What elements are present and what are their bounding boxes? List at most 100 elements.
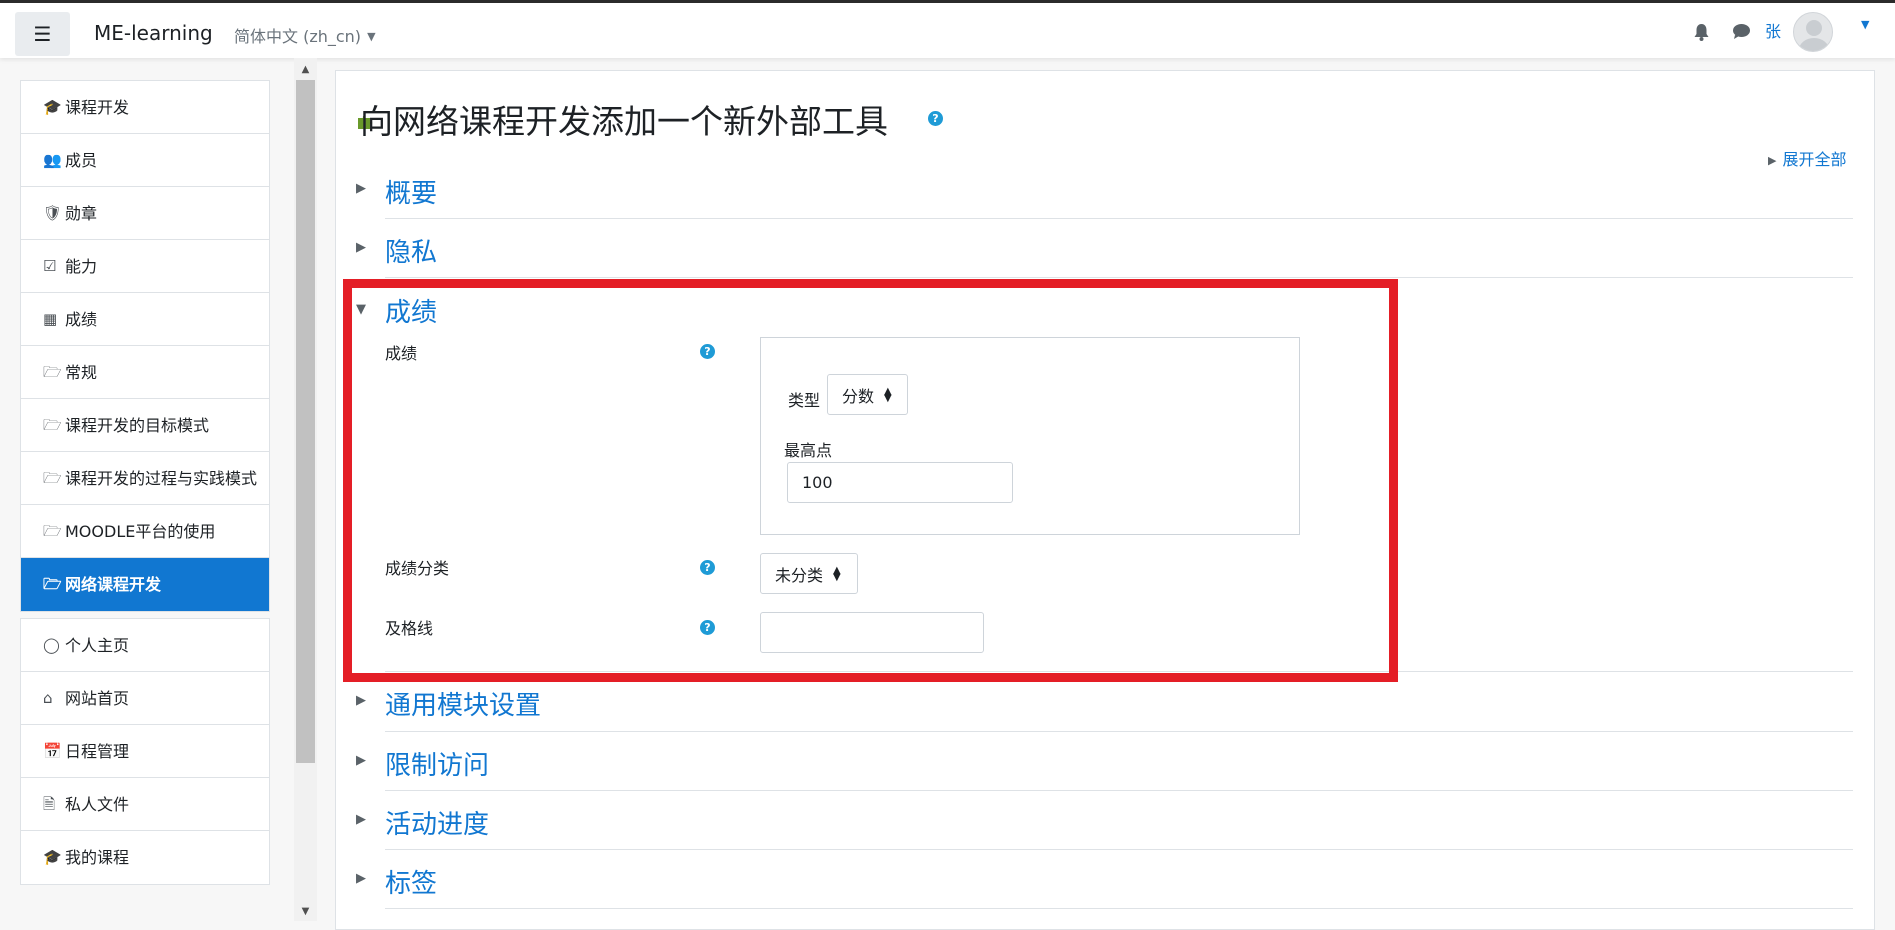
sidebar-item[interactable]: ◯ 个人主页 — [21, 619, 269, 672]
sidebar-item-label: 个人主页 — [65, 636, 130, 655]
sidebar-item-label: 课程开发的过程与实践模式 — [65, 469, 258, 488]
sidebar-item[interactable]: 🛡 勋章 — [21, 187, 269, 240]
folder-icon: 🗁 — [43, 363, 62, 381]
sidebar-item[interactable]: ⌂ 网站首页 — [21, 672, 269, 725]
grade-category-help-icon[interactable]: ? — [700, 560, 715, 575]
grade-type-select[interactable]: 分数 ▲ ▼ — [827, 374, 908, 415]
home-icon: ⌂ — [43, 689, 53, 707]
shield-icon: 🛡 — [43, 204, 63, 222]
section-divider — [385, 731, 1853, 732]
grade-field-label: 成绩 — [385, 344, 418, 363]
messages-icon[interactable] — [1732, 23, 1751, 45]
user-menu-chevron-icon[interactable]: ▼ — [1861, 18, 1869, 31]
sidebar-item-label: 我的课程 — [65, 848, 130, 867]
sidebar-item[interactable]: 🎓 课程开发 — [21, 81, 269, 134]
grade-pass-label: 及格线 — [385, 619, 434, 638]
sidebar-item-label: 私人文件 — [65, 795, 130, 814]
check-square-icon: ☑ — [43, 257, 57, 275]
chevron-down-icon: ▼ — [367, 30, 376, 43]
expand-triangle-icon: ▶ — [1768, 154, 1777, 167]
drawer-scroll-thumb[interactable] — [296, 80, 315, 763]
grade-pass-help-icon[interactable]: ? — [700, 620, 715, 635]
top-navbar: ☰ ME-learning 简体中文 (zh_cn) ▼ 张 ▼ — [0, 0, 1895, 58]
collapsed-triangle-icon: ▶ — [356, 240, 366, 255]
section-privacy-label: 隐私 — [385, 238, 438, 268]
grade-category-label: 成绩分类 — [385, 559, 450, 578]
section-common-module-label: 通用模块设置 — [385, 691, 542, 721]
sidebar-item[interactable]: 🗁 课程开发的目标模式 — [21, 399, 269, 452]
sidebar-item-label: 课程开发的目标模式 — [65, 416, 210, 435]
folder-icon: 🗁 — [43, 469, 62, 487]
file-icon: 🗎 — [43, 795, 56, 813]
sidebar-item[interactable]: ☑ 能力 — [21, 240, 269, 293]
sidebar-item-label: 成绩 — [65, 310, 98, 329]
section-common-module-toggle[interactable]: ▶ 通用模块设置 — [356, 685, 542, 722]
section-restrict-label: 限制访问 — [385, 751, 490, 781]
title-help-icon[interactable]: ? — [928, 111, 943, 126]
folder-icon: 🗁 — [43, 522, 62, 540]
folder-icon: 🗁 — [43, 416, 62, 434]
max-grade-value: 100 — [802, 473, 833, 492]
sidebar-item[interactable]: 📅 日程管理 — [21, 725, 269, 778]
sidebar-item[interactable]: 🗁 常规 — [21, 346, 269, 399]
sidebar-item[interactable]: 🎓 我的课程 — [21, 831, 269, 884]
section-privacy-toggle[interactable]: ▶ 隐私 — [356, 232, 438, 269]
sidebar-item[interactable]: 👥 成员 — [21, 134, 269, 187]
table-icon: ▦ — [43, 310, 58, 328]
collapsed-triangle-icon: ▶ — [356, 753, 366, 768]
grade-fieldset — [760, 337, 1300, 535]
section-grade-toggle[interactable]: ▼ 成绩 — [356, 292, 438, 329]
graduation-cap-icon: 🎓 — [43, 98, 62, 116]
collapsed-triangle-icon: ▶ — [356, 812, 366, 827]
avatar[interactable] — [1793, 12, 1833, 52]
collapsed-triangle-icon: ▶ — [356, 693, 366, 708]
sidebar-item[interactable]: 🗁 MOODLE平台的使用 — [21, 505, 269, 558]
sidebar-item[interactable]: ▦ 成绩 — [21, 293, 269, 346]
section-grade-label: 成绩 — [385, 298, 438, 328]
sidebar-item[interactable]: 🗁 网络课程开发 — [21, 558, 269, 611]
sidebar-item-label: 网络课程开发 — [65, 575, 162, 594]
select-arrows-icon: ▲ ▼ — [833, 564, 841, 583]
section-completion-toggle[interactable]: ▶ 活动进度 — [356, 804, 489, 841]
sidebar-item[interactable]: 🗁 课程开发的过程与实践模式 — [21, 452, 269, 505]
page-title: 向网络课程开发添加一个新外部工具 — [360, 102, 888, 141]
section-divider — [385, 277, 1853, 278]
sidebar-item-label: 网站首页 — [65, 689, 130, 708]
section-divider — [385, 908, 1853, 909]
language-selector[interactable]: 简体中文 (zh_cn) ▼ — [234, 23, 376, 47]
section-restrict-toggle[interactable]: ▶ 限制访问 — [356, 745, 490, 782]
sidebar-item-label: 常规 — [65, 363, 98, 382]
expanded-triangle-icon: ▼ — [356, 302, 366, 317]
sidebar-item-label: 日程管理 — [65, 742, 130, 761]
sidebar-item-label: 课程开发 — [65, 98, 130, 117]
calendar-icon: 📅 — [43, 742, 62, 760]
course-nav-drawer: 🎓 课程开发 👥 成员 🛡 勋章 ☑ 能力 ▦ 成绩 🗁 常规 🗁 课程开发的目标模式 🗁 课程开发的过程与实… — [20, 80, 270, 885]
section-divider — [385, 671, 1853, 672]
expand-all-link[interactable]: ▶ 展开全部 — [1768, 146, 1846, 170]
folder-icon: 🗁 — [43, 575, 62, 593]
site-brand[interactable]: ME-learning — [94, 21, 213, 45]
scroll-down-arrow-icon[interactable]: ▼ — [294, 906, 317, 917]
section-divider — [385, 849, 1853, 850]
section-tags-label: 标签 — [385, 869, 438, 899]
course-nav-group: 🎓 课程开发 👥 成员 🛡 勋章 ☑ 能力 ▦ 成绩 🗁 常规 🗁 课程开发的目标模式 🗁 课程开发的过程与实… — [20, 80, 270, 612]
graduation-cap-icon: 🎓 — [43, 848, 62, 866]
grade-help-icon[interactable]: ? — [700, 344, 715, 359]
expand-all-label: 展开全部 — [1782, 150, 1847, 169]
sidebar-item-label: 能力 — [65, 257, 98, 276]
grade-pass-input[interactable] — [760, 612, 984, 653]
select-arrows-icon: ▲ ▼ — [884, 385, 892, 404]
section-general-toggle[interactable]: ▶ 概要 — [356, 173, 437, 210]
scroll-up-arrow-icon[interactable]: ▲ — [294, 64, 317, 75]
max-grade-label: 最高点 — [784, 441, 833, 460]
notification-bell-icon[interactable] — [1693, 23, 1710, 46]
section-tags-toggle[interactable]: ▶ 标签 — [356, 863, 438, 900]
grade-category-select[interactable]: 未分类 ▲ ▼ — [760, 553, 858, 594]
section-divider — [385, 790, 1853, 791]
grade-type-label: 类型 — [788, 391, 821, 410]
hamburger-menu-button[interactable]: ☰ — [15, 12, 70, 56]
user-name[interactable]: 张 — [1765, 18, 1781, 42]
hamburger-icon: ☰ — [33, 22, 52, 46]
max-grade-input[interactable]: 100 — [787, 462, 1013, 503]
sidebar-item[interactable]: 🗎 私人文件 — [21, 778, 269, 831]
